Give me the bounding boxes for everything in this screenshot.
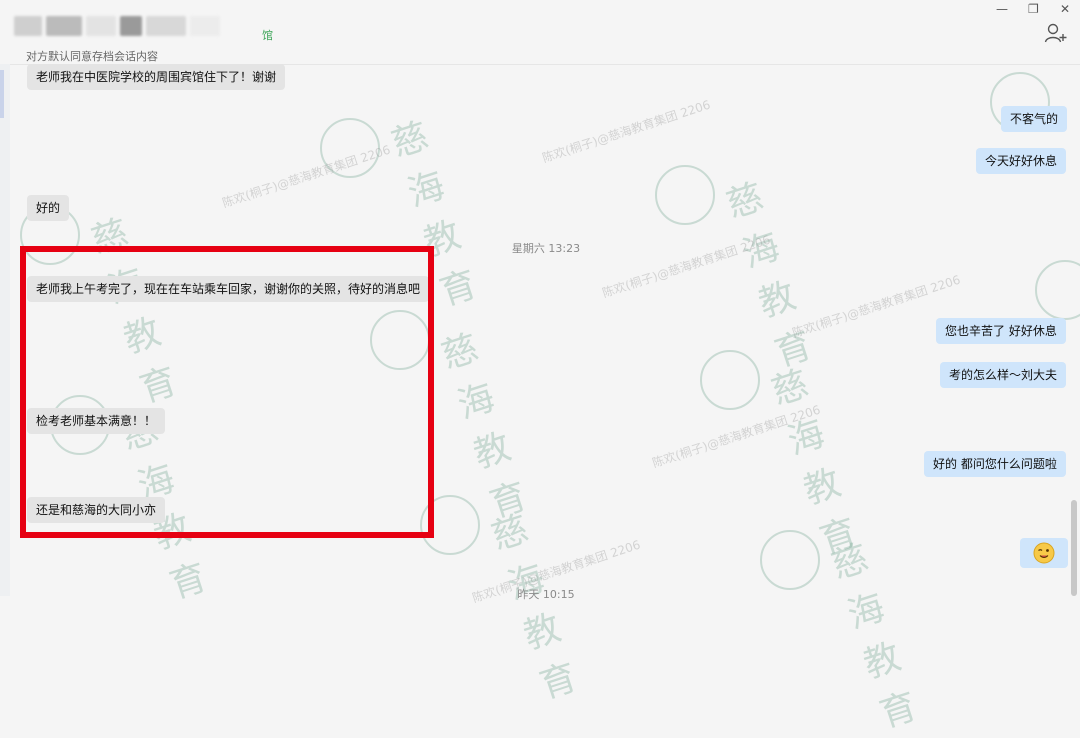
archive-notice: 对方默认同意存档会话内容 (26, 50, 158, 63)
message-outgoing[interactable]: 不客气的 (1001, 106, 1068, 132)
scrollbar[interactable] (1071, 500, 1077, 596)
sidebar-edge (0, 64, 10, 596)
contact-tag: 馆 (262, 29, 273, 42)
message-incoming[interactable]: 好的 (27, 195, 70, 221)
minimize-button[interactable]: — (996, 2, 1008, 16)
close-button[interactable]: ✕ (1060, 2, 1070, 16)
wink-emoji-icon (1033, 542, 1055, 564)
timestamp: 昨天 10:15 (517, 588, 575, 601)
add-contact-icon[interactable] (1044, 22, 1068, 44)
timestamp: 星期六 13:23 (511, 242, 581, 255)
chat-header: 馆 对方默认同意存档会话内容 — ❐ ✕ (0, 0, 1080, 65)
message-outgoing[interactable]: 今天好好休息 (976, 148, 1067, 174)
message-outgoing-emoji[interactable] (1020, 538, 1068, 568)
message-incoming[interactable]: 老师我在中医院学校的周围宾馆住下了！谢谢 (27, 64, 286, 90)
highlight-box (20, 246, 434, 538)
restore-button[interactable]: ❐ (1028, 2, 1039, 16)
message-outgoing[interactable]: 您也辛苦了 好好休息 (936, 318, 1066, 344)
contact-name-redacted (14, 14, 264, 38)
message-outgoing[interactable]: 好的 都问您什么问题啦 (924, 451, 1066, 477)
message-outgoing[interactable]: 考的怎么样～刘大夫 (940, 362, 1067, 388)
